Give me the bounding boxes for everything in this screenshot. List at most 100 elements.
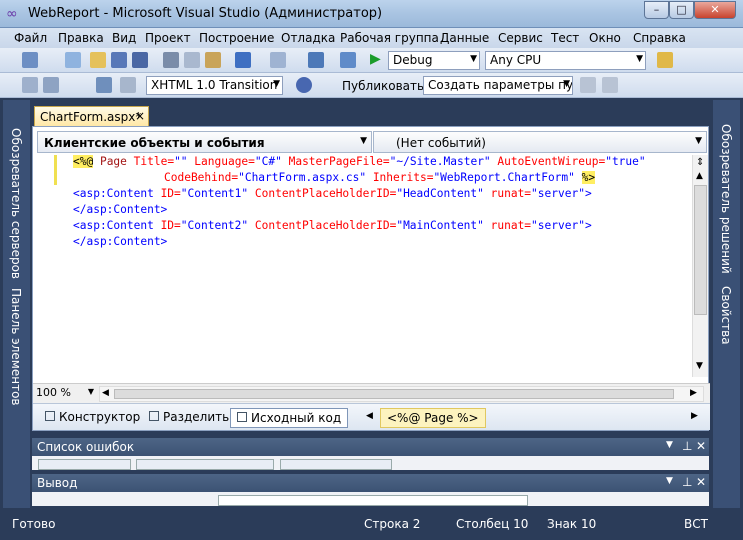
design-view-icon: [45, 411, 55, 421]
menu-team[interactable]: Рабочая группа: [340, 31, 439, 45]
close-button[interactable]: ✕: [694, 1, 736, 19]
tag-navigator-page[interactable]: <%@ Page %>: [380, 408, 486, 428]
client-objects-dropdown[interactable]: Клиентские объекты и события ▼: [37, 131, 372, 153]
start-debug-icon[interactable]: ▶: [370, 51, 381, 67]
design-view-button[interactable]: Конструктор: [39, 408, 146, 428]
open-icon[interactable]: [90, 52, 106, 68]
client-events-dropdown[interactable]: (Нет событий) ▼: [373, 131, 707, 153]
minimize-button[interactable]: –: [644, 1, 669, 19]
platform-combo[interactable]: Any CPU ▼: [485, 51, 646, 70]
menu-view[interactable]: Вид: [112, 31, 136, 45]
comment-icon[interactable]: [120, 77, 136, 93]
save-icon[interactable]: [111, 52, 127, 68]
menu-edit[interactable]: Правка: [58, 31, 104, 45]
code-line-5: <asp:Content ID="Content2" ContentPlaceH…: [73, 219, 592, 232]
panel-dropdown-icon[interactable]: ▼: [666, 476, 673, 486]
panel-close-icon[interactable]: ✕: [696, 475, 706, 489]
horizontal-scroll-area: 100 % ▼ ◀ ▶: [33, 383, 710, 403]
source-view-button[interactable]: Исходный код: [230, 408, 349, 428]
menu-debug[interactable]: Отладка: [281, 31, 335, 45]
code-line-4: </asp:Content>: [73, 203, 168, 216]
vertical-scrollbar[interactable]: ⇕ ▲ ▼: [692, 155, 708, 377]
split-handle-icon[interactable]: ⇕: [696, 157, 704, 168]
error-list-header[interactable]: Список ошибок ▼ ⊥ ✕: [32, 438, 709, 456]
find-in-files-icon[interactable]: [657, 52, 673, 68]
add-item-icon[interactable]: [65, 52, 81, 68]
scroll-up-icon[interactable]: ▲: [696, 171, 703, 181]
status-column: Столбец 10: [456, 517, 529, 531]
publish-profile-combo[interactable]: Создать параметры пуб ▼: [423, 76, 573, 95]
messages-filter-button[interactable]: [280, 459, 392, 470]
left-tool-sidebar: Обозреватель серверов Панель элементов: [3, 100, 30, 508]
tab-close-icon[interactable]: ×: [135, 109, 145, 123]
menu-build[interactable]: Построение: [199, 31, 274, 45]
maximize-button[interactable]: □: [669, 1, 694, 19]
menu-data[interactable]: Данные: [440, 31, 489, 45]
output-header[interactable]: Вывод ▼ ⊥ ✕: [32, 474, 709, 492]
right-tool-sidebar: Обозреватель решений Свойства: [713, 100, 740, 508]
pin-icon[interactable]: ⊥: [682, 475, 692, 489]
find-icon[interactable]: [340, 52, 356, 68]
menu-bar: Файл Правка Вид Проект Построение Отладк…: [0, 28, 743, 48]
solution-explorer-tab[interactable]: Обозреватель решений: [719, 124, 733, 274]
scroll-right-icon[interactable]: ▶: [690, 388, 697, 398]
properties-tab[interactable]: Свойства: [719, 286, 733, 345]
hscroll-thumb[interactable]: [114, 389, 674, 399]
publish-label: Публиковать:: [342, 79, 429, 93]
zoom-combo[interactable]: 100 % ▼: [36, 386, 96, 402]
schema-combo[interactable]: XHTML 1.0 Transition ▼: [146, 76, 283, 95]
configuration-combo[interactable]: Debug ▼: [388, 51, 480, 70]
menu-project[interactable]: Проект: [145, 31, 191, 45]
cut-icon[interactable]: [163, 52, 179, 68]
scroll-left-icon[interactable]: ◀: [102, 388, 109, 398]
status-insert-mode: ВСТ: [684, 517, 708, 531]
scroll-thumb[interactable]: [694, 185, 707, 315]
code-line-6: </asp:Content>: [73, 235, 168, 248]
pin-icon[interactable]: ⊥: [682, 439, 692, 453]
save-all-icon[interactable]: [132, 52, 148, 68]
document-tab-chartform[interactable]: ChartForm.aspx* ×: [34, 106, 149, 126]
publish-icon[interactable]: [580, 77, 596, 93]
tab-label: ChartForm.aspx*: [40, 110, 142, 124]
format-icon[interactable]: [22, 77, 38, 93]
code-editor: Клиентские объекты и события ▼ (Нет событ…: [32, 126, 710, 431]
new-project-icon[interactable]: [22, 52, 38, 68]
scroll-down-icon[interactable]: ▼: [696, 361, 703, 371]
server-explorer-tab[interactable]: Обозреватель серверов: [9, 128, 23, 279]
validation-icon[interactable]: [296, 77, 312, 93]
panel-close-icon[interactable]: ✕: [696, 439, 706, 453]
indent-icon[interactable]: [96, 77, 112, 93]
output-source-combo[interactable]: [218, 495, 528, 506]
redo-icon[interactable]: [270, 52, 286, 68]
split-view-button[interactable]: Разделить: [143, 408, 235, 428]
errors-filter-button[interactable]: [38, 459, 131, 470]
split-view-icon: [149, 411, 159, 421]
chevron-down-icon: ▼: [87, 387, 94, 396]
status-line: Строка 2: [364, 517, 421, 531]
navigate-icon[interactable]: [308, 52, 324, 68]
menu-tools[interactable]: Сервис: [498, 31, 543, 45]
panel-dropdown-icon[interactable]: ▼: [666, 440, 673, 450]
code-line-2: CodeBehind="ChartForm.aspx.cs" Inherits=…: [164, 171, 596, 184]
horizontal-scrollbar[interactable]: ◀ ▶: [99, 386, 704, 402]
tag-nav-left-icon[interactable]: ◀: [366, 411, 373, 421]
copy-icon[interactable]: [184, 52, 200, 68]
toolbox-tab[interactable]: Панель элементов: [9, 288, 23, 406]
chevron-down-icon: ▼: [563, 79, 570, 89]
table-icon[interactable]: [43, 77, 59, 93]
menu-test[interactable]: Тест: [551, 31, 579, 45]
menu-window[interactable]: Окно: [589, 31, 621, 45]
warnings-filter-button[interactable]: [136, 459, 274, 470]
menu-file[interactable]: Файл: [14, 31, 47, 45]
status-ready: Готово: [12, 517, 56, 531]
window-title: WebReport - Microsoft Visual Studio (Адм…: [28, 6, 383, 21]
undo-icon[interactable]: [235, 52, 251, 68]
paste-icon[interactable]: [205, 52, 221, 68]
html-toolbar: XHTML 1.0 Transition ▼ Публиковать: Созда…: [0, 73, 743, 98]
status-bar: Готово Строка 2 Столбец 10 Знак 10 ВСТ: [0, 510, 743, 540]
standard-toolbar: ▶ Debug ▼ Any CPU ▼: [0, 48, 743, 73]
tag-nav-right-icon[interactable]: ▶: [691, 411, 698, 421]
menu-help[interactable]: Справка: [633, 31, 686, 45]
publish-settings-icon[interactable]: [602, 77, 618, 93]
chevron-down-icon: ▼: [273, 79, 280, 89]
